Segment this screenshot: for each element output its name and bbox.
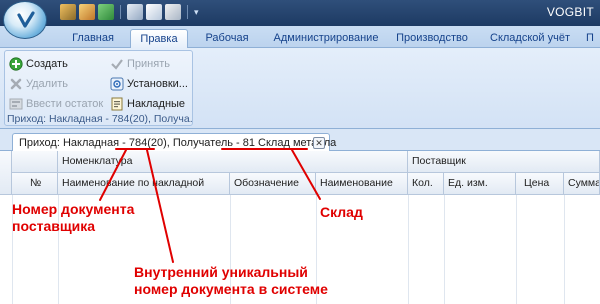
annotation-supplier-number-line1: Номер документа (12, 201, 135, 217)
arrow-line-internal-id (146, 149, 174, 263)
app-logo-icon (17, 11, 35, 28)
annotation-internal-number-line2: номер документа в системе (134, 281, 328, 297)
annotation-supplier-number-line2: поставщика (12, 218, 96, 234)
annotation-internal-number: Внутренний уникальный номер документа в … (134, 264, 328, 298)
arrow-line-warehouse (291, 149, 321, 200)
annotation-warehouse: Склад (320, 204, 363, 220)
annotation-supplier-number: Номер документа поставщика (12, 201, 134, 235)
annotation-internal-number-line1: Внутренний уникальный (134, 264, 308, 280)
arrow-line-supplier-number (99, 149, 127, 201)
application-menu-button[interactable] (3, 1, 47, 39)
annotation-overlay (99, 148, 321, 263)
